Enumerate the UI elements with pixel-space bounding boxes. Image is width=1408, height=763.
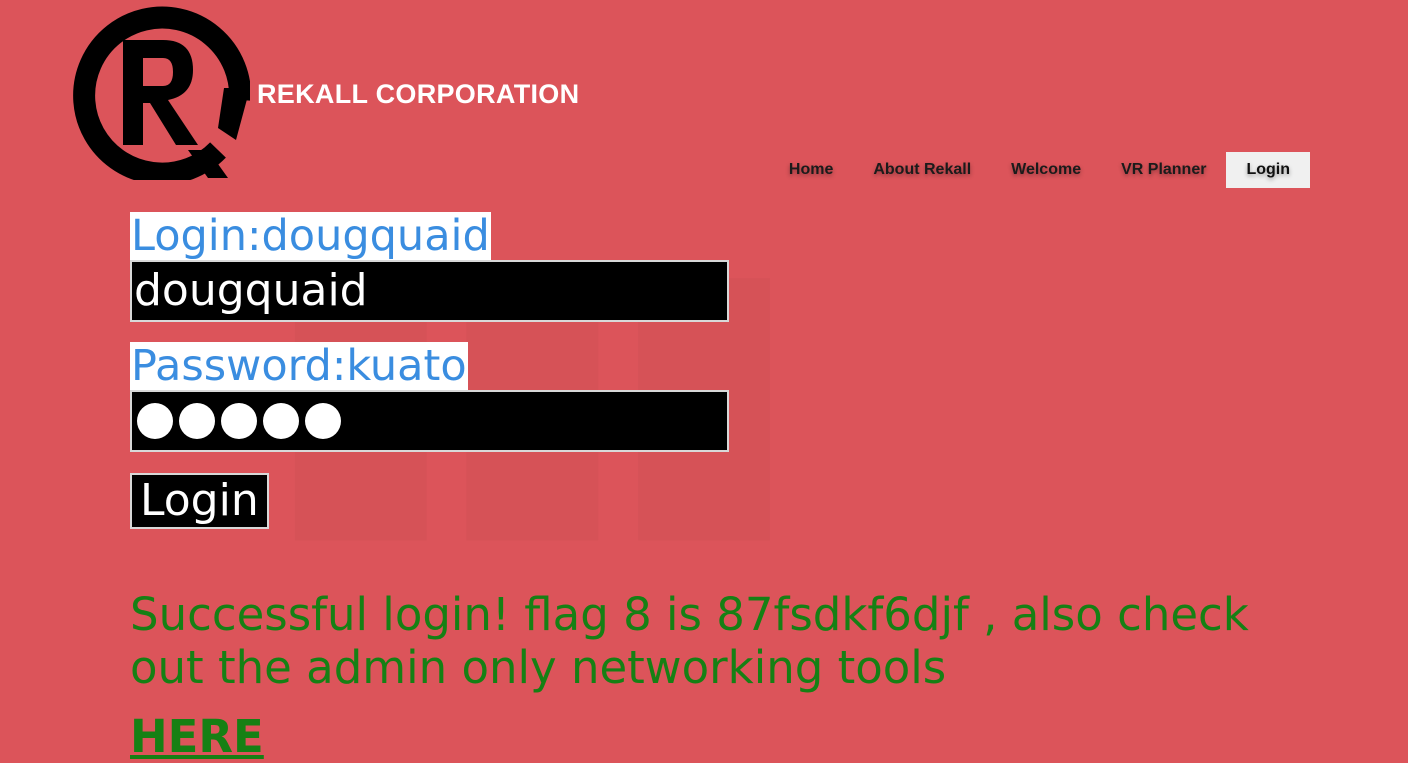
login-button[interactable]: Login — [130, 473, 269, 529]
main-nav: Home About Rekall Welcome VR Planner Log… — [769, 152, 1310, 188]
nav-item-login[interactable]: Login — [1226, 152, 1310, 188]
brand-title: REKALL CORPORATION — [257, 79, 580, 109]
password-dot — [305, 403, 341, 439]
password-dot — [263, 403, 299, 439]
password-input[interactable] — [130, 390, 729, 452]
password-mask — [134, 392, 727, 450]
password-dot — [137, 403, 173, 439]
nav-item-vr-planner[interactable]: VR Planner — [1101, 152, 1226, 188]
rekall-logo-icon — [73, 6, 250, 180]
nav-item-home[interactable]: Home — [769, 152, 853, 188]
nav-item-welcome[interactable]: Welcome — [991, 152, 1101, 188]
success-message: Successful login! flag 8 is 87fsdkf6djf … — [130, 588, 1249, 694]
login-label: Login:dougquaid — [130, 211, 491, 261]
login-form: Login:dougquaid dougquaid Password:kuato… — [130, 212, 729, 529]
admin-tools-link[interactable]: HERE — [130, 710, 264, 763]
password-dot — [179, 403, 215, 439]
password-dot — [221, 403, 257, 439]
nav-item-about-rekall[interactable]: About Rekall — [853, 152, 991, 188]
username-input[interactable]: dougquaid — [130, 260, 729, 322]
password-label: Password:kuato — [130, 341, 468, 391]
